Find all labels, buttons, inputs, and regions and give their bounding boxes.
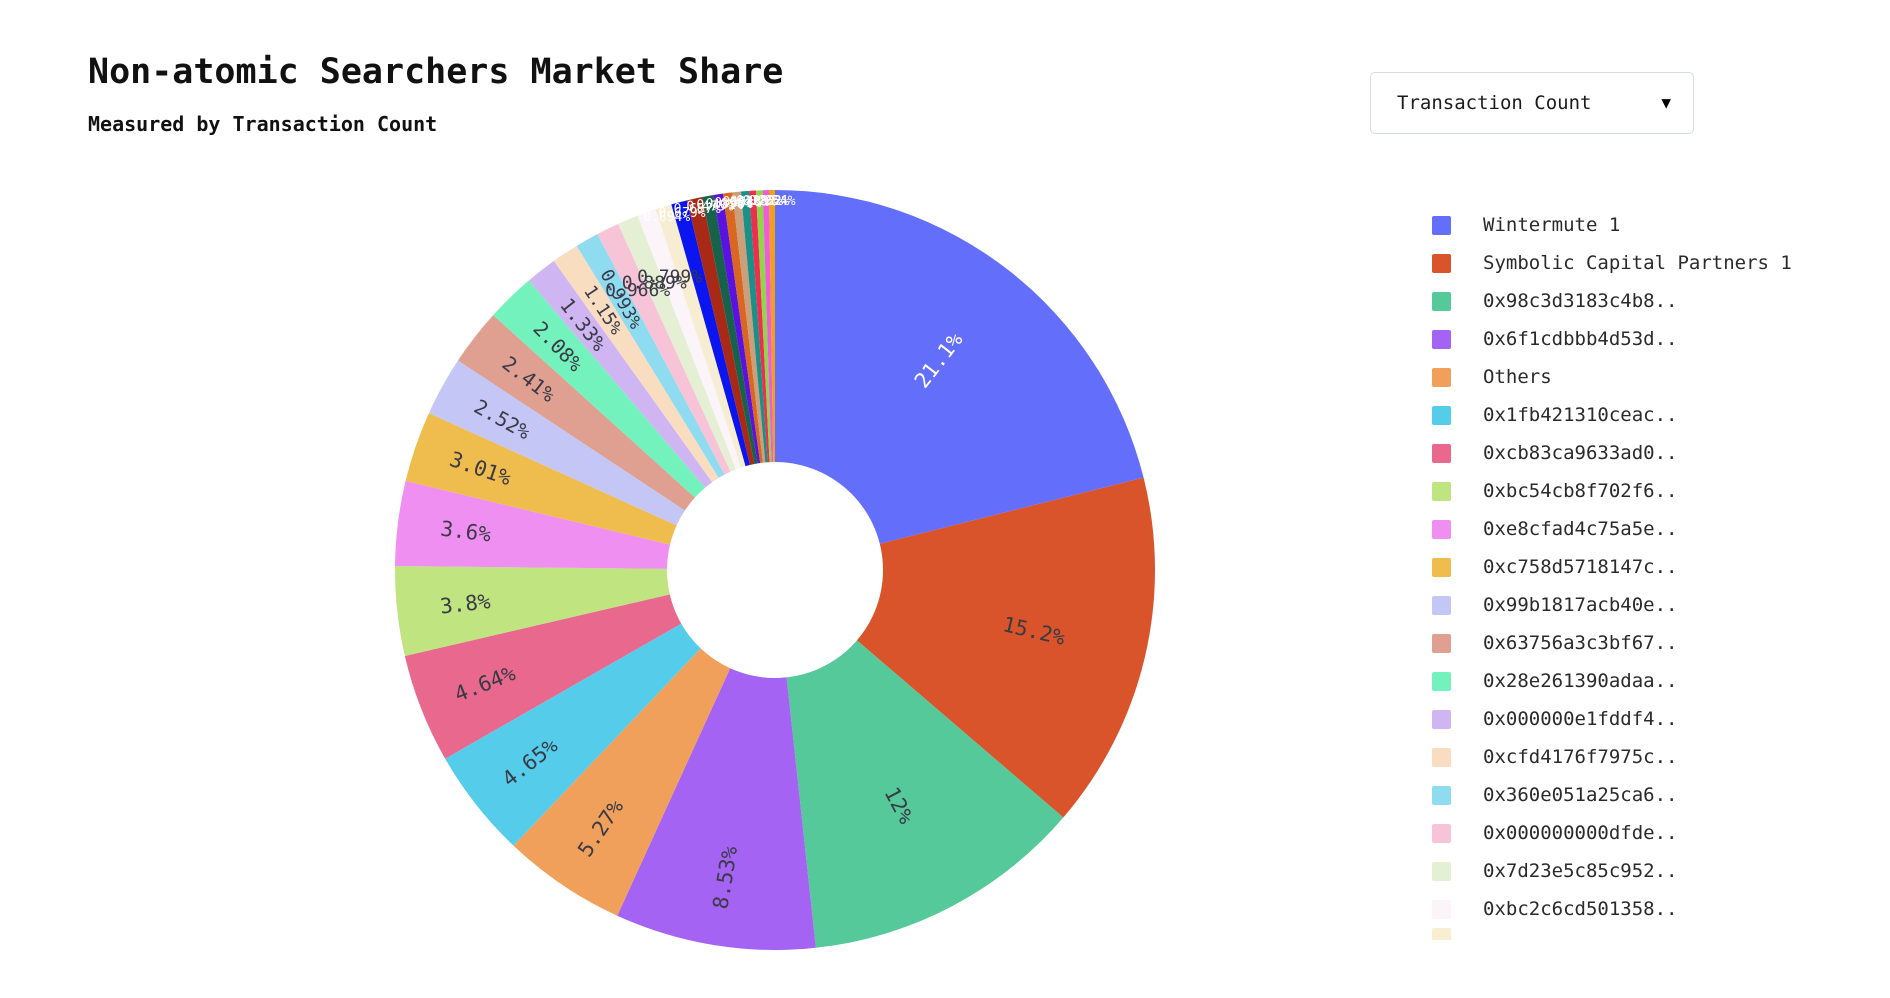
legend-item-partial[interactable] [1432,928,1890,940]
legend-color-swatch [1432,519,1451,539]
legend-item-label: 0x1fb421310ceac.. [1483,404,1678,426]
pie-slice-label: 0.799% [637,266,702,287]
legend-item[interactable]: 0x99b1817acb40e.. [1432,586,1890,624]
legend-color-swatch [1432,861,1451,881]
legend-color-swatch [1432,443,1451,463]
legend-item[interactable]: 0x7d23e5c85c952.. [1432,852,1890,890]
legend-item[interactable]: Wintermute 1 [1432,206,1890,244]
legend-item-label: Wintermute 1 [1483,214,1621,236]
chevron-down-icon: ▼ [1661,93,1671,112]
legend-item-label: 0xcfd4176f7975c.. [1483,746,1678,768]
pie-slice-label: 0.254% [749,194,796,209]
donut-chart-svg: 21.1%15.2%12%8.53%5.27%4.65%4.64%3.8%3.6… [394,190,1155,951]
legend-item[interactable]: 0xe8cfad4c75a5e.. [1432,510,1890,548]
legend-item[interactable]: 0x98c3d3183c4b8.. [1432,282,1890,320]
legend-color-swatch [1432,747,1451,767]
legend-color-swatch [1432,709,1451,729]
legend-color-swatch [1432,899,1451,919]
legend-color-swatch [1432,253,1451,273]
legend-item-label: 0x360e051a25ca6.. [1483,784,1678,806]
legend-color-swatch [1432,329,1451,349]
legend-item-label: 0x28e261390adaa.. [1483,670,1678,692]
legend-color-swatch [1432,595,1451,615]
legend-item[interactable]: 0x63756a3c3bf67.. [1432,624,1890,662]
legend-color-swatch [1432,557,1451,577]
legend-item-label: 0x7d23e5c85c952.. [1483,860,1678,882]
donut-chart: 21.1% 15.2% 12% 8.53% 5.27% 4.65% 4.64% 3.8% 3.6… [0,0,1420,998]
legend-item[interactable]: 0xbc54cb8f702f6.. [1432,472,1890,510]
legend-item[interactable]: 0x28e261390adaa.. [1432,662,1890,700]
legend-item[interactable]: 0xcb83ca9633ad0.. [1432,434,1890,472]
legend-item[interactable]: 0xc758d5718147c.. [1432,548,1890,586]
legend-item[interactable]: Others [1432,358,1890,396]
legend-color-swatch [1432,215,1451,235]
legend-color-swatch [1432,291,1451,311]
legend-item-label: 0xc758d5718147c.. [1483,556,1678,578]
legend-item[interactable]: 0x000000e1fddf4.. [1432,700,1890,738]
legend-item[interactable]: 0x360e051a25ca6.. [1432,776,1890,814]
legend-item-label: 0x6f1cdbbb4d53d.. [1483,328,1678,350]
legend-item[interactable]: 0x6f1cdbbb4d53d.. [1432,320,1890,358]
legend-color-swatch [1432,481,1451,501]
legend-color-swatch [1432,928,1451,940]
legend-item-label: 0xbc2c6cd501358.. [1483,898,1678,920]
legend-color-swatch [1432,405,1451,425]
legend-item-label: Others [1483,366,1552,388]
legend-item-label: 0xcb83ca9633ad0.. [1483,442,1678,464]
legend-item[interactable]: 0x1fb421310ceac.. [1432,396,1890,434]
legend-item-label: 0x000000000dfde.. [1483,822,1678,844]
legend-color-swatch [1432,823,1451,843]
legend-item-label: 0x99b1817acb40e.. [1483,594,1678,616]
legend-item[interactable]: Symbolic Capital Partners 1 [1432,244,1890,282]
legend-item-label: 0x63756a3c3bf67.. [1483,632,1678,654]
legend-item-label: 0x000000e1fddf4.. [1483,708,1678,730]
legend-item-label: 0x98c3d3183c4b8.. [1483,290,1678,312]
donut-hole [667,462,883,678]
legend-item-label: 0xbc54cb8f702f6.. [1483,480,1678,502]
legend-item[interactable]: 0x000000000dfde.. [1432,814,1890,852]
legend-color-swatch [1432,785,1451,805]
legend-color-swatch [1432,671,1451,691]
metric-select-value: Transaction Count [1397,92,1592,114]
legend-item[interactable]: 0xbc2c6cd501358.. [1432,890,1890,928]
legend-color-swatch [1432,633,1451,653]
legend-color-swatch [1432,367,1451,387]
legend-item[interactable]: 0xcfd4176f7975c.. [1432,738,1890,776]
legend-item-label: 0xe8cfad4c75a5e.. [1483,518,1678,540]
legend: Wintermute 1 Symbolic Capital Partners 1 0… [1432,206,1890,940]
legend-item-label: Symbolic Capital Partners 1 [1483,252,1792,274]
